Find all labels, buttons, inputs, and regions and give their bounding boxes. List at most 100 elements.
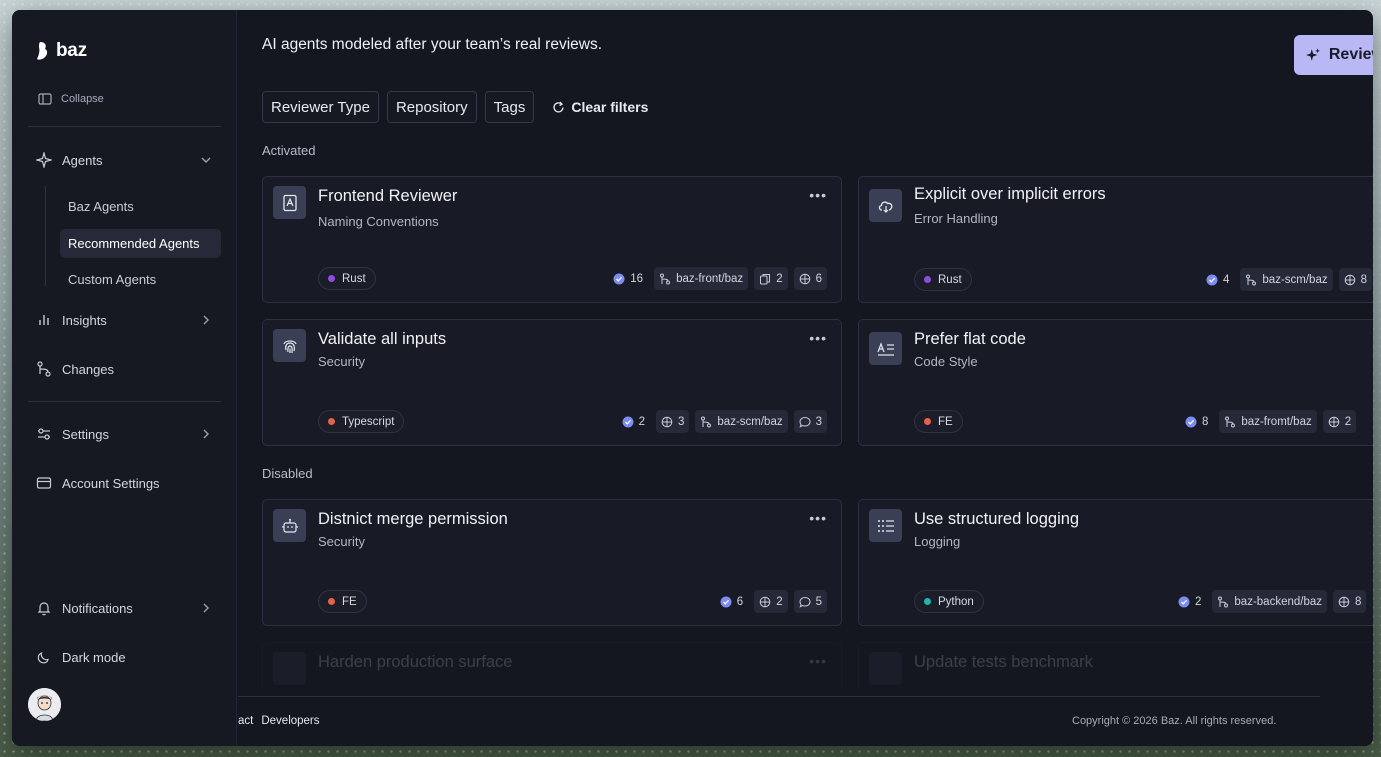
collapse-button[interactable]: Collapse <box>38 93 104 105</box>
ellipsis-icon[interactable]: ••• <box>809 510 827 526</box>
ellipsis-icon[interactable]: ••• <box>809 187 827 203</box>
sidebar-item-account-settings[interactable]: Account Settings <box>36 475 212 491</box>
git-branch-icon <box>1218 596 1229 607</box>
language-dot <box>328 598 335 605</box>
sparkle-icon <box>36 152 52 168</box>
language-label: Typescript <box>342 415 395 428</box>
agent-stats: 2 baz-backend/baz 8 <box>1173 590 1367 613</box>
repo-badge[interactable]: baz-backend/baz <box>1212 590 1327 613</box>
footer-link-contact[interactable]: act <box>238 715 253 727</box>
fingerprint-icon <box>273 329 306 362</box>
sidebar-item-label: Notifications <box>62 600 133 616</box>
agent-title: Frontend Reviewer <box>318 187 458 205</box>
agent-card[interactable]: Explicit over implicit errors Error Hand… <box>858 176 1373 303</box>
bugs-stat: 3 <box>656 410 690 433</box>
repo-badge[interactable]: baz-fromt/baz <box>1219 410 1317 433</box>
bug-icon <box>799 273 810 284</box>
main-content: AI agents modeled after your team’s real… <box>238 10 1373 746</box>
sidebar-item-agents[interactable]: Agents <box>36 152 212 168</box>
sidebar-subitem-baz-agents[interactable]: Baz Agents <box>60 192 142 221</box>
language-dot <box>924 418 931 425</box>
agent-category: Error Handling <box>914 211 998 226</box>
copyright-text: Copyright © 2026 Baz. All rights reserve… <box>1072 715 1277 727</box>
bug-icon <box>661 416 673 427</box>
agent-title: Explicit over implicit errors <box>914 185 1106 203</box>
approved-count: 4 <box>1223 273 1230 286</box>
text-align-icon <box>869 332 902 365</box>
check-badge-icon <box>1185 416 1197 427</box>
agent-title: Prefer flat code <box>914 330 1026 348</box>
clear-filters-button[interactable]: Clear filters <box>552 99 648 115</box>
repo-badge[interactable]: baz-scm/baz <box>695 410 788 433</box>
sidebar-item-settings[interactable]: Settings <box>36 426 212 442</box>
filter-repository[interactable]: Repository <box>386 91 477 123</box>
sidebar-subitem-custom-agents[interactable]: Custom Agents <box>60 265 164 294</box>
approved-stat: 8 <box>1180 410 1213 433</box>
sidebar-item-insights[interactable]: Insights <box>36 312 212 328</box>
agent-category: Security <box>318 534 365 549</box>
repo-badge[interactable]: baz-front/baz <box>654 267 749 290</box>
approved-count: 8 <box>1202 415 1209 428</box>
agent-card[interactable]: Validate all inputs Security ••• Typescr… <box>262 319 842 446</box>
agent-card[interactable]: Update tests benchmark <box>858 642 1373 692</box>
bugs-count: 2 <box>1344 415 1352 428</box>
copies-stat: 2 <box>754 267 788 290</box>
agent-stats: 2 3 baz-scm/baz 3 <box>617 410 827 433</box>
filter-tags[interactable]: Tags <box>484 91 535 123</box>
agent-stats: 4 baz-scm/baz 8 <box>1201 268 1372 291</box>
agent-card[interactable]: Distnict merge permission Security ••• F… <box>262 499 842 626</box>
language-dot <box>924 276 931 283</box>
repo-name: baz-scm/baz <box>1262 273 1328 286</box>
language-label: FE <box>342 595 357 608</box>
comment-icon <box>799 596 811 608</box>
agent-title: Distnict merge permission <box>318 510 508 528</box>
agent-card[interactable]: Use structured logging Logging Python 2 … <box>858 499 1373 626</box>
comments-stat: 3 <box>793 410 827 433</box>
repo-name: baz-backend/baz <box>1234 595 1322 608</box>
bell-icon <box>37 602 51 616</box>
filter-reviewer-type[interactable]: Reviewer Type <box>262 91 379 123</box>
sidebar-item-notifications[interactable]: Notifications <box>36 600 212 616</box>
approved-stat: 2 <box>1173 590 1206 613</box>
git-branch-icon <box>1225 416 1236 427</box>
collapse-label: Collapse <box>61 93 104 105</box>
agent-title: Use structured logging <box>914 510 1080 528</box>
agent-card[interactable]: Frontend Reviewer Naming Conventions •••… <box>262 176 842 303</box>
list-icon <box>869 509 902 542</box>
agent-card[interactable]: Harden production surface ••• <box>262 642 842 692</box>
bugs-stat: 2 <box>1322 410 1357 433</box>
agent-card[interactable]: Prefer flat code Code Style FE 8 baz-fro… <box>858 319 1373 446</box>
ellipsis-icon[interactable]: ••• <box>809 330 827 346</box>
agent-category: Code Style <box>914 354 978 369</box>
check-badge-icon <box>720 596 732 607</box>
logo[interactable]: baz <box>36 40 87 62</box>
bar-chart-icon <box>39 315 49 325</box>
bug-icon <box>1338 596 1350 607</box>
sidebar-item-label: Dark mode <box>62 649 126 665</box>
sidebar-divider <box>28 126 221 127</box>
credit-card-icon <box>36 477 52 489</box>
bugs-stat: 2 <box>754 590 788 613</box>
footer-link-developers[interactable]: Developers <box>261 715 319 727</box>
page-headline: AI agents modeled after your team’s real… <box>262 36 603 53</box>
sidebar-subitem-recommended-agents[interactable]: Recommended Agents <box>60 229 221 258</box>
sidebar-item-dark-mode[interactable]: Dark mode <box>36 649 212 665</box>
chevron-right-icon <box>203 603 209 613</box>
footer-divider <box>238 696 1320 697</box>
review-button[interactable]: Review <box>1294 35 1373 75</box>
sidebar-item-changes[interactable]: Changes <box>36 361 212 377</box>
approved-count: 2 <box>638 415 645 428</box>
robot-icon <box>273 509 306 542</box>
ellipsis-icon[interactable]: ••• <box>809 653 827 669</box>
copy-icon <box>760 273 771 284</box>
language-badge: Typescript <box>318 410 405 433</box>
avatar[interactable] <box>28 688 61 721</box>
clear-filters-label: Clear filters <box>571 99 649 115</box>
git-branch-icon <box>37 361 51 377</box>
user-avatar-icon <box>28 688 61 721</box>
agent-title: Harden production surface <box>318 653 513 671</box>
sidebar-item-label: Account Settings <box>62 475 160 491</box>
agent-title: Validate all inputs <box>318 330 447 348</box>
git-branch-icon <box>660 273 671 284</box>
repo-badge[interactable]: baz-scm/baz <box>1240 268 1333 291</box>
